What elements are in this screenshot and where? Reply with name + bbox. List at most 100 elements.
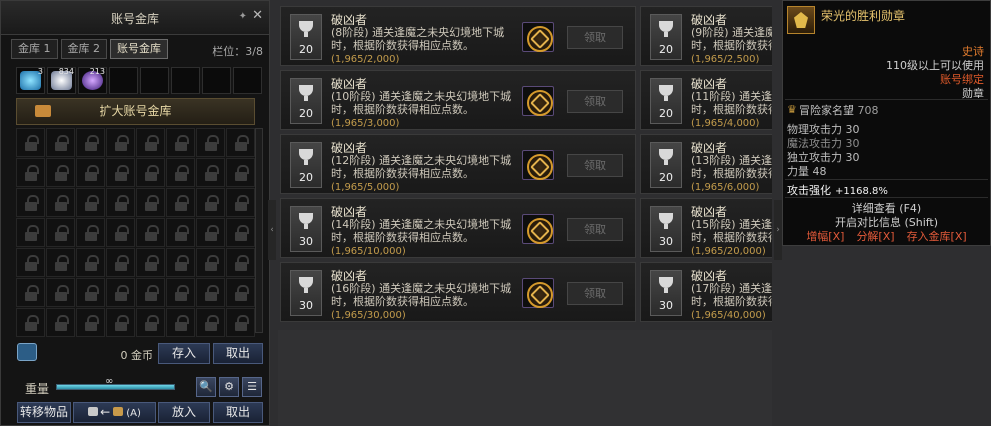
medal-icon[interactable] — [522, 86, 554, 116]
weight-value: ∞ — [105, 376, 114, 387]
reward-description: (8阶段) 通关逢魔之未央幻境地下城时，根据阶数获得相应点数。 — [331, 26, 505, 52]
claim-button[interactable]: 领取 — [567, 26, 623, 49]
empty-slot[interactable] — [140, 67, 169, 94]
empty-area — [278, 330, 772, 426]
medal-icon[interactable] — [522, 278, 554, 308]
reward-description: (9阶段) 通关逢魔之未央幻境地下城时，根据阶数获得相应点数。 — [691, 26, 772, 52]
tooltip-actions: 增幅[X] 分解[X] 存入金库[X] — [783, 228, 990, 244]
take-out-button[interactable]: 取出 — [213, 402, 263, 423]
reward-progress: (1,965/4,000) — [691, 118, 760, 129]
medal-icon[interactable] — [522, 22, 554, 52]
locked-slot — [76, 248, 105, 277]
divider — [785, 179, 988, 180]
list-icon[interactable]: ☰ — [242, 377, 262, 397]
scroll-left-arrow[interactable]: ‹ — [268, 200, 276, 260]
vault-scrollbar[interactable] — [255, 128, 263, 333]
empty-slot[interactable] — [171, 67, 200, 94]
withdraw-button[interactable]: 取出 — [213, 343, 263, 364]
locked-slot — [226, 308, 255, 337]
reward-card: 20 破凶者 (10阶段) 通关逢魔之未央幻境地下城时，根据阶数获得相应点数。 (1,… — [280, 70, 636, 130]
reward-description: (12阶段) 通关逢魔之未央幻境地下城时，根据阶数获得相应点数。 — [331, 154, 512, 180]
locked-slot — [106, 308, 135, 337]
reward-progress: (1,965/40,000) — [691, 310, 766, 321]
reward-card: 20 破凶者 (12阶段) 通关逢魔之未央幻境地下城时，根据阶数获得相应点数。 (1,… — [280, 134, 636, 194]
locked-slot — [166, 248, 195, 277]
locked-slot — [136, 128, 165, 157]
close-icon[interactable]: ✕ — [252, 8, 263, 23]
locked-slot — [46, 188, 75, 217]
tab-vault-2[interactable]: 金库 2 — [60, 39, 107, 59]
claim-button[interactable]: 领取 — [567, 154, 623, 177]
locked-slot — [136, 158, 165, 187]
item-slot[interactable]: 3 — [16, 67, 45, 94]
scroll-right-arrow[interactable]: › — [774, 200, 782, 260]
reward-progress: (1,965/5,000) — [331, 182, 400, 193]
put-in-button[interactable]: 放入 — [158, 402, 210, 423]
reward-progress: (1,965/20,000) — [691, 246, 766, 257]
reward-list: 20 破凶者 (8阶段) 通关逢魔之未央幻境地下城时，根据阶数获得相应点数。 (1,9… — [278, 0, 772, 328]
divider — [785, 99, 988, 100]
tab-account-vault[interactable]: 账号金库 — [110, 39, 168, 59]
enhance-action[interactable]: 增幅[X] — [806, 230, 844, 243]
gold-coin-icon[interactable] — [17, 343, 37, 361]
search-icon[interactable]: 🔍 — [196, 377, 216, 397]
locked-slot — [166, 158, 195, 187]
item-tooltip: 荣光的胜利勋章 史诗 110级以上可以使用 账号绑定 勋章 ♛ 冒险家名望 70… — [782, 0, 991, 246]
gear-icon[interactable]: ⚙ — [219, 377, 239, 397]
reward-description: (16阶段) 通关逢魔之未央幻境地下城时，根据阶数获得相应点数。 — [331, 282, 512, 308]
locked-slot — [226, 158, 255, 187]
locked-slot — [136, 218, 165, 247]
expand-vault-label: 扩大账号金库 — [99, 104, 172, 118]
locked-slot — [166, 128, 195, 157]
chest-icon — [113, 407, 124, 416]
disassemble-action[interactable]: 分解[X] — [856, 230, 894, 243]
reward-description: (10阶段) 通关逢魔之未央幻境地下城时，根据阶数获得相应点数。 — [331, 90, 512, 116]
reward-description: (13阶段) 通关逢魔之未央幻境地下城时，根据阶数获得相应点数。 — [691, 154, 772, 180]
quick-deposit-button[interactable]: ← (A) — [73, 402, 156, 423]
locked-slot — [136, 278, 165, 307]
claim-button[interactable]: 领取 — [567, 218, 623, 241]
item-slot[interactable]: 213 — [78, 67, 107, 94]
locked-slot — [16, 158, 45, 187]
trophy-icon: 30 — [650, 206, 682, 252]
weight-fill — [57, 385, 174, 389]
medal-icon[interactable] — [522, 150, 554, 180]
reward-points: 20 — [299, 107, 313, 120]
empty-slot[interactable] — [202, 67, 231, 94]
empty-slot[interactable] — [233, 67, 262, 94]
locked-slot — [46, 308, 75, 337]
pin-icon[interactable]: ✦ — [239, 11, 247, 22]
claim-button[interactable]: 领取 — [567, 282, 623, 305]
locked-slot — [136, 188, 165, 217]
expand-vault-button[interactable]: 扩大账号金库 — [16, 98, 255, 125]
medal-icon[interactable] — [522, 214, 554, 244]
trophy-icon: 20 — [290, 14, 322, 60]
tab-vault-1[interactable]: 金库 1 — [11, 39, 58, 59]
trophy-icon: 30 — [650, 270, 682, 316]
locked-slot — [226, 128, 255, 157]
empty-slot[interactable] — [109, 67, 138, 94]
fame-value: 708 — [857, 104, 879, 117]
reward-card: 20破凶者(13阶段) 通关逢魔之未央幻境地下城时，根据阶数获得相应点数。(1,… — [640, 134, 772, 194]
reward-card: 30 破凶者 (16阶段) 通关逢魔之未央幻境地下城时，根据阶数获得相应点数。 (1,… — [280, 262, 636, 322]
locked-slot — [166, 278, 195, 307]
vault-titlebar[interactable]: 账号金库 ✦ ✕ — [1, 1, 269, 35]
weight-bar — [56, 384, 175, 390]
item-name: 荣光的胜利勋章 — [821, 9, 906, 23]
weight-label: 重量 — [25, 382, 50, 396]
locked-slot — [226, 218, 255, 247]
trophy-icon: 20 — [290, 78, 322, 124]
trophy-icon: 20 — [650, 142, 682, 188]
locked-slot — [196, 308, 225, 337]
store-in-vault-action[interactable]: 存入金库[X] — [907, 230, 967, 243]
locked-slot — [76, 278, 105, 307]
reward-description: (11阶段) 通关逢魔之未央幻境地下城时，根据阶数获得相应点数。 — [691, 90, 772, 116]
deposit-button[interactable]: 存入 — [158, 343, 210, 364]
reward-progress: (1,965/3,000) — [331, 118, 400, 129]
transfer-items-button[interactable]: 转移物品 — [17, 402, 71, 423]
claim-button[interactable]: 领取 — [567, 90, 623, 113]
item-slot[interactable]: 834 — [47, 67, 76, 94]
locked-slot — [136, 248, 165, 277]
reward-card: 20破凶者(11阶段) 通关逢魔之未央幻境地下城时，根据阶数获得相应点数。(1,… — [640, 70, 772, 130]
locked-slot — [16, 188, 45, 217]
